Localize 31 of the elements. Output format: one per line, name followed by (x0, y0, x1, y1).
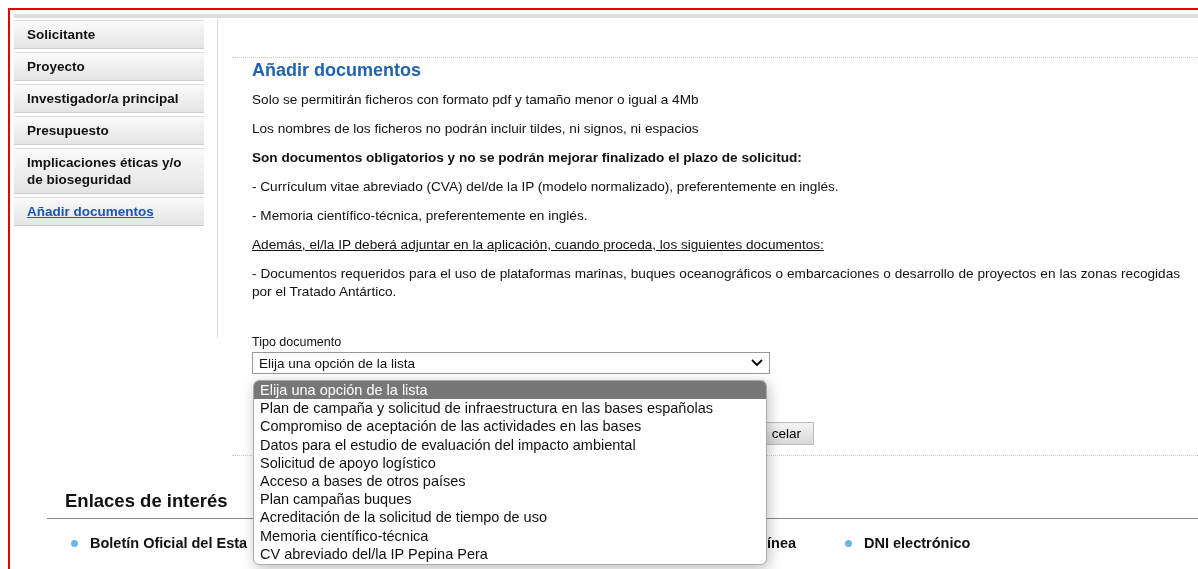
section-title: Añadir documentos (252, 60, 422, 81)
sidebar-item[interactable]: Solicitante (14, 20, 204, 49)
info-text: - Memoria científico-técnica, preferentemente en inglés. (252, 207, 589, 224)
chevron-down-icon (751, 359, 763, 367)
info-text: Son documentos obligatorios y no se podrán mejorar finalizado el plazo de solicitud: (252, 149, 803, 166)
dropdown-option[interactable]: Plan campañas buques (254, 490, 766, 509)
info-text: - Currículum vitae abreviado (CVA) del/de la IP (modelo normalizado), preferentemente en inglés. (252, 178, 840, 195)
document-type-select[interactable]: Elija una opción de la lista (252, 352, 770, 374)
dropdown-option[interactable]: CV abreviado del/la IP Pepina Pera (254, 544, 766, 563)
info-text: - Documentos requeridos para el uso de plataformas marinas, buques oceanográficos o embarcaciones o desarrollo de proyectos en las zonas recogidas por el Tratado Antártico. (252, 265, 1180, 301)
link[interactable]: DNI electrónico (864, 535, 971, 551)
link[interactable]: Boletín Oficial del Esta (90, 535, 248, 551)
dropdown-option[interactable]: Acreditación de la solicitud de tiempo de uso (254, 508, 766, 527)
dropdown-option[interactable]: Acceso a bases de otros países (254, 471, 766, 491)
bullet-icon (845, 539, 852, 547)
dropdown-option[interactable]: Plan de campaña y solicitud de infraestructura en las bases españolas (254, 399, 766, 418)
info-text: Los nombres de los ficheros no podrán incluir tildes, ni signos, ni espacios (252, 120, 700, 137)
link[interactable]: ínea (767, 535, 796, 551)
links-heading: Enlaces de interés (65, 490, 228, 512)
info-text: Solo se permitirán ficheros con formato pdf y tamaño menor o igual a 4Mb (252, 91, 700, 108)
sidebar-item[interactable]: Añadir documentos (14, 197, 204, 226)
dropdown-option[interactable]: Elija una opción de la lista (254, 381, 766, 400)
sidebar-item[interactable]: Proyecto (14, 52, 204, 81)
field-label: Tipo documento (252, 335, 343, 349)
sidebar-item[interactable]: Investigador/a principal (14, 84, 204, 113)
dropdown-option[interactable]: Memoria científico-técnica (254, 526, 766, 545)
sidebar-item[interactable]: Implicaciones éticas y/o de bioseguridad (14, 148, 204, 194)
dropdown-option[interactable]: Solicitud de apoyo logístico (254, 453, 766, 472)
bullet-icon (71, 539, 78, 547)
sidebar-item[interactable]: Presupuesto (14, 116, 204, 145)
info-text: Además, el/la IP deberá adjuntar en la aplicación, cuando proceda, los siguientes documentos: (252, 236, 825, 253)
